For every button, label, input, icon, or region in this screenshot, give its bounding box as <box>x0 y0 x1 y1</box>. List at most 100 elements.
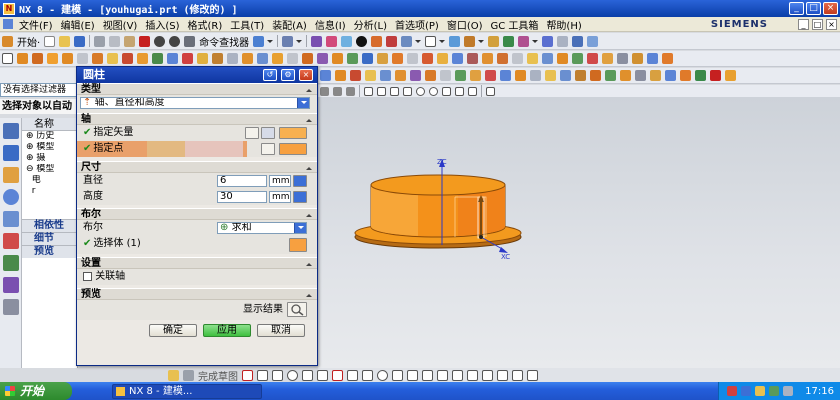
snap-quadrant-icon[interactable] <box>390 86 399 96</box>
draft-icon[interactable] <box>242 53 253 64</box>
tree-node-camera[interactable]: ⊕ 摄 <box>26 153 77 164</box>
subtract-icon[interactable] <box>167 53 178 64</box>
taskbar-nx-item[interactable]: NX 8 - 建模... <box>112 383 262 399</box>
display-icon[interactable] <box>326 35 338 47</box>
wave-icon[interactable] <box>572 35 584 47</box>
split-body-icon[interactable] <box>302 53 313 64</box>
delete-icon[interactable] <box>139 35 151 47</box>
sketch-auto-constraint-icon[interactable] <box>512 369 523 381</box>
dimensions-group-header[interactable]: 尺寸 <box>77 161 317 173</box>
part-navigator-icon[interactable] <box>3 167 19 183</box>
constraint-navigator-icon[interactable] <box>3 145 19 161</box>
tree-node-feature-1[interactable]: 电 <box>26 175 77 186</box>
new-file-icon[interactable] <box>44 35 56 47</box>
edit-position-icon[interactable] <box>335 70 346 81</box>
cone-icon[interactable] <box>77 53 88 64</box>
tray-volume-icon[interactable] <box>769 386 780 396</box>
synchronous-icon[interactable] <box>647 53 658 64</box>
show-result-button[interactable] <box>287 302 307 317</box>
menu-gc-toolbox[interactable]: GC 工具箱 <box>487 17 543 32</box>
tree-node-model-views[interactable]: ⊕ 模型 <box>26 142 77 153</box>
reuse-library-icon[interactable] <box>3 189 19 205</box>
point-dialog-button[interactable] <box>261 143 275 155</box>
sketch-extend-icon[interactable] <box>452 369 463 381</box>
menu-help[interactable]: 帮助(H) <box>542 17 585 32</box>
snap-existing-icon[interactable] <box>403 86 412 96</box>
snap-icon[interactable] <box>282 35 294 47</box>
window-icon[interactable] <box>253 35 265 47</box>
edit-parameters-icon[interactable] <box>320 70 331 81</box>
edge-blend-icon[interactable] <box>197 53 208 64</box>
roles-icon[interactable] <box>3 277 19 293</box>
section-icon[interactable] <box>515 70 526 81</box>
collapse-icon[interactable] <box>305 116 314 123</box>
minimize-button[interactable]: _ <box>789 2 804 15</box>
axis-group-header[interactable]: 轴 <box>77 113 317 125</box>
info-icon[interactable] <box>530 70 541 81</box>
reference-icon[interactable] <box>587 35 599 47</box>
point-type-dropdown[interactable] <box>279 143 307 155</box>
unsuppress-icon[interactable] <box>410 70 421 81</box>
doc-restore-button[interactable]: □ <box>812 18 823 30</box>
preview-section[interactable]: 预览 <box>22 245 77 258</box>
tree-node-model-history[interactable]: ⊖ 模型 <box>26 164 77 175</box>
shaded-view-icon[interactable] <box>341 35 353 47</box>
tray-antivirus-icon[interactable] <box>727 386 738 396</box>
menu-preferences[interactable]: 首选项(P) <box>391 17 443 32</box>
text-icon[interactable] <box>467 53 478 64</box>
chamfer-icon[interactable] <box>212 53 223 64</box>
surface-icon[interactable] <box>542 53 553 64</box>
select-body-icon[interactable] <box>289 238 307 252</box>
block-icon[interactable] <box>47 53 58 64</box>
collapse-icon[interactable] <box>305 260 314 267</box>
snap-control-icon[interactable] <box>346 86 355 96</box>
snap-point-icon[interactable] <box>442 86 451 96</box>
dialog-settings-button[interactable]: ⚙ <box>281 69 295 81</box>
select-body-row[interactable]: ✔ 选择体 (1) <box>77 236 317 254</box>
sequence-icon[interactable] <box>557 35 569 47</box>
profile-icon[interactable] <box>242 369 253 381</box>
sketch-constraint-icon[interactable] <box>497 369 508 381</box>
revolve-icon[interactable] <box>32 53 43 64</box>
dialog-title-bar[interactable]: 圆柱 ↺ ⚙ × <box>77 67 317 83</box>
assembly-navigator-icon[interactable] <box>3 123 19 139</box>
sketch-fillet-icon[interactable] <box>302 369 313 381</box>
settings-group-header[interactable]: 设置 <box>77 257 317 269</box>
clip-icon[interactable] <box>401 35 413 47</box>
background-icon[interactable] <box>425 35 437 47</box>
collapse-icon[interactable] <box>305 211 314 218</box>
patch-icon[interactable] <box>617 53 628 64</box>
playback-icon[interactable] <box>425 70 436 81</box>
snap-intersection-icon[interactable] <box>364 86 373 96</box>
measure-angle-icon[interactable] <box>500 70 511 81</box>
unite-icon[interactable] <box>152 53 163 64</box>
undo-icon[interactable] <box>154 35 166 47</box>
start-button[interactable]: 开始 <box>0 382 72 400</box>
sketch-arc-icon[interactable] <box>272 369 283 381</box>
preview-group-header[interactable]: 预览 <box>77 288 317 300</box>
cut-icon[interactable] <box>94 35 106 47</box>
copy-icon[interactable] <box>109 35 121 47</box>
constraint-icon[interactable] <box>518 35 530 47</box>
height-menu-button[interactable] <box>293 191 307 203</box>
save-icon[interactable] <box>74 35 86 47</box>
arc-icon[interactable] <box>437 53 448 64</box>
paste-icon[interactable] <box>124 35 136 47</box>
datum-csys-icon[interactable] <box>377 53 388 64</box>
remove-params-icon[interactable] <box>440 70 451 81</box>
diameter-menu-button[interactable] <box>293 175 307 187</box>
redo-icon[interactable] <box>169 35 181 47</box>
boss-icon[interactable] <box>122 53 133 64</box>
datum-axis-icon[interactable] <box>362 53 373 64</box>
menu-insert[interactable]: 插入(S) <box>141 17 183 32</box>
show-icon[interactable] <box>695 70 706 81</box>
trim-body-icon[interactable] <box>287 53 298 64</box>
shell-icon[interactable] <box>227 53 238 64</box>
maximize-button[interactable]: □ <box>806 2 821 15</box>
collapse-icon[interactable] <box>305 86 314 93</box>
dependencies-section[interactable]: 相依性 <box>22 219 77 232</box>
invert-icon[interactable] <box>725 70 736 81</box>
tray-update-icon[interactable] <box>783 386 794 396</box>
wcs-icon[interactable] <box>575 70 586 81</box>
start-menu-button[interactable]: 开始· <box>17 34 40 49</box>
